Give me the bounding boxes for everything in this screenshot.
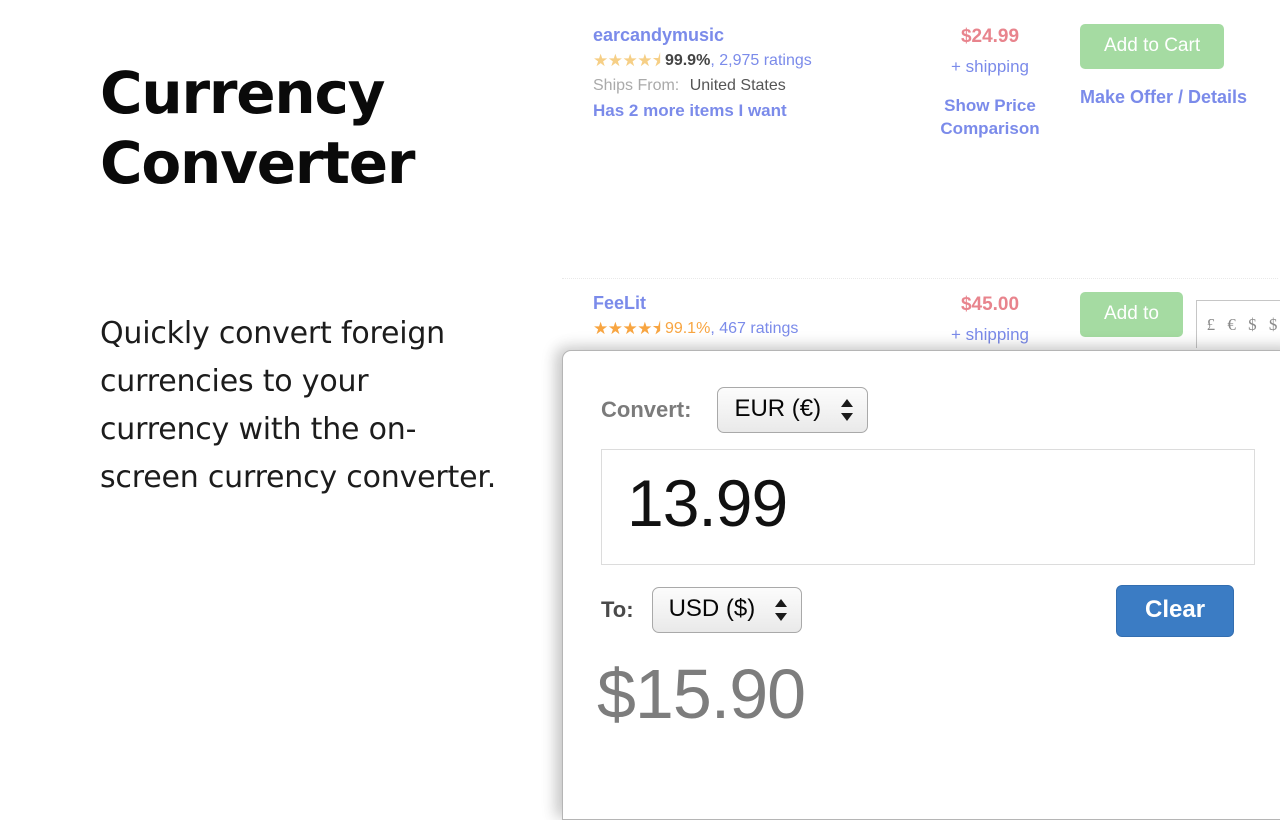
more-items-link[interactable]: Has 2 more items I want (593, 99, 863, 123)
stepper-arrows-icon (841, 397, 854, 423)
price-column: $45.00 + shipping (920, 292, 1060, 348)
listing-divider (562, 278, 1278, 279)
convert-label: Convert: (601, 397, 692, 422)
star-rating-icon: ★★★★⯨ (593, 319, 661, 338)
action-column: Add to Cart Make Offer / Details (1080, 24, 1280, 108)
conversion-result: $15.90 (597, 655, 806, 733)
ships-from-label: Ships From: (593, 77, 680, 94)
ratings-count-link[interactable]: 2,975 (719, 52, 759, 69)
stepper-arrows-icon (775, 597, 788, 623)
show-price-comparison-link[interactable]: Show Price Comparison (920, 94, 1060, 140)
rating-percent: 99.9% (664, 52, 711, 69)
promo-panel: Currency Converter Quickly convert forei… (0, 0, 560, 800)
currency-symbols-icon: £ € $ $ (1206, 314, 1280, 334)
seller-name-link[interactable]: FeeLit (593, 292, 863, 314)
price-column: $24.99 + shipping Show Price Comparison (920, 24, 1060, 140)
ratings-count-link[interactable]: 467 ratings (719, 320, 798, 337)
seller-column: earcandymusic ★★★★⯨ 99.9%, 2,975 ratings… (593, 24, 863, 123)
clear-button[interactable]: Clear (1116, 585, 1235, 637)
to-currency-select[interactable]: USD ($) (651, 587, 803, 633)
seller-column: FeeLit ★★★★⯨ 99.1%, 467 ratings (593, 292, 863, 340)
rating-separator: , (710, 52, 715, 69)
add-to-cart-button[interactable]: Add to Cart (1080, 24, 1225, 69)
to-currency-value: USD ($) (668, 595, 756, 622)
listing-price: $24.99 (960, 26, 1020, 47)
amount-value: 13.99 (627, 466, 788, 540)
amount-input[interactable]: 13.99 (601, 449, 1255, 565)
page-title: Currency Converter (100, 59, 416, 197)
promo-description: Quickly convert foreign currencies to yo… (100, 316, 497, 495)
listing-price: $45.00 (960, 294, 1020, 315)
rating-percent: 99.1% (664, 320, 711, 337)
to-label: To: (601, 597, 634, 622)
ships-from: Ships From: United States (593, 74, 863, 98)
rating-separator: , (710, 320, 715, 337)
convert-from-row: Convert: EUR (€) (601, 387, 869, 433)
currency-extension-badge[interactable]: £ € $ $ (1196, 300, 1280, 348)
star-rating-icon: ★★★★⯨ (593, 51, 661, 70)
seller-rating: ★★★★⯨ 99.9%, 2,975 ratings (593, 50, 863, 72)
from-currency-value: EUR (€) (734, 395, 822, 422)
seller-rating: ★★★★⯨ 99.1%, 467 ratings (593, 318, 863, 340)
convert-to-row: To: USD ($) (601, 587, 803, 633)
shipping-note: + shipping (951, 325, 1029, 344)
ratings-word[interactable]: ratings (764, 52, 812, 69)
seller-name-link[interactable]: earcandymusic (593, 24, 863, 46)
shipping-note: + shipping (951, 57, 1029, 76)
add-to-cart-button[interactable]: Add to (1080, 292, 1183, 337)
currency-converter-panel: Convert: EUR (€) 13.99 To: USD ($) Clear… (562, 350, 1280, 820)
make-offer-details-link[interactable]: Make Offer / Details (1080, 86, 1280, 108)
ships-from-value: United States (689, 77, 786, 94)
from-currency-select[interactable]: EUR (€) (717, 387, 869, 433)
